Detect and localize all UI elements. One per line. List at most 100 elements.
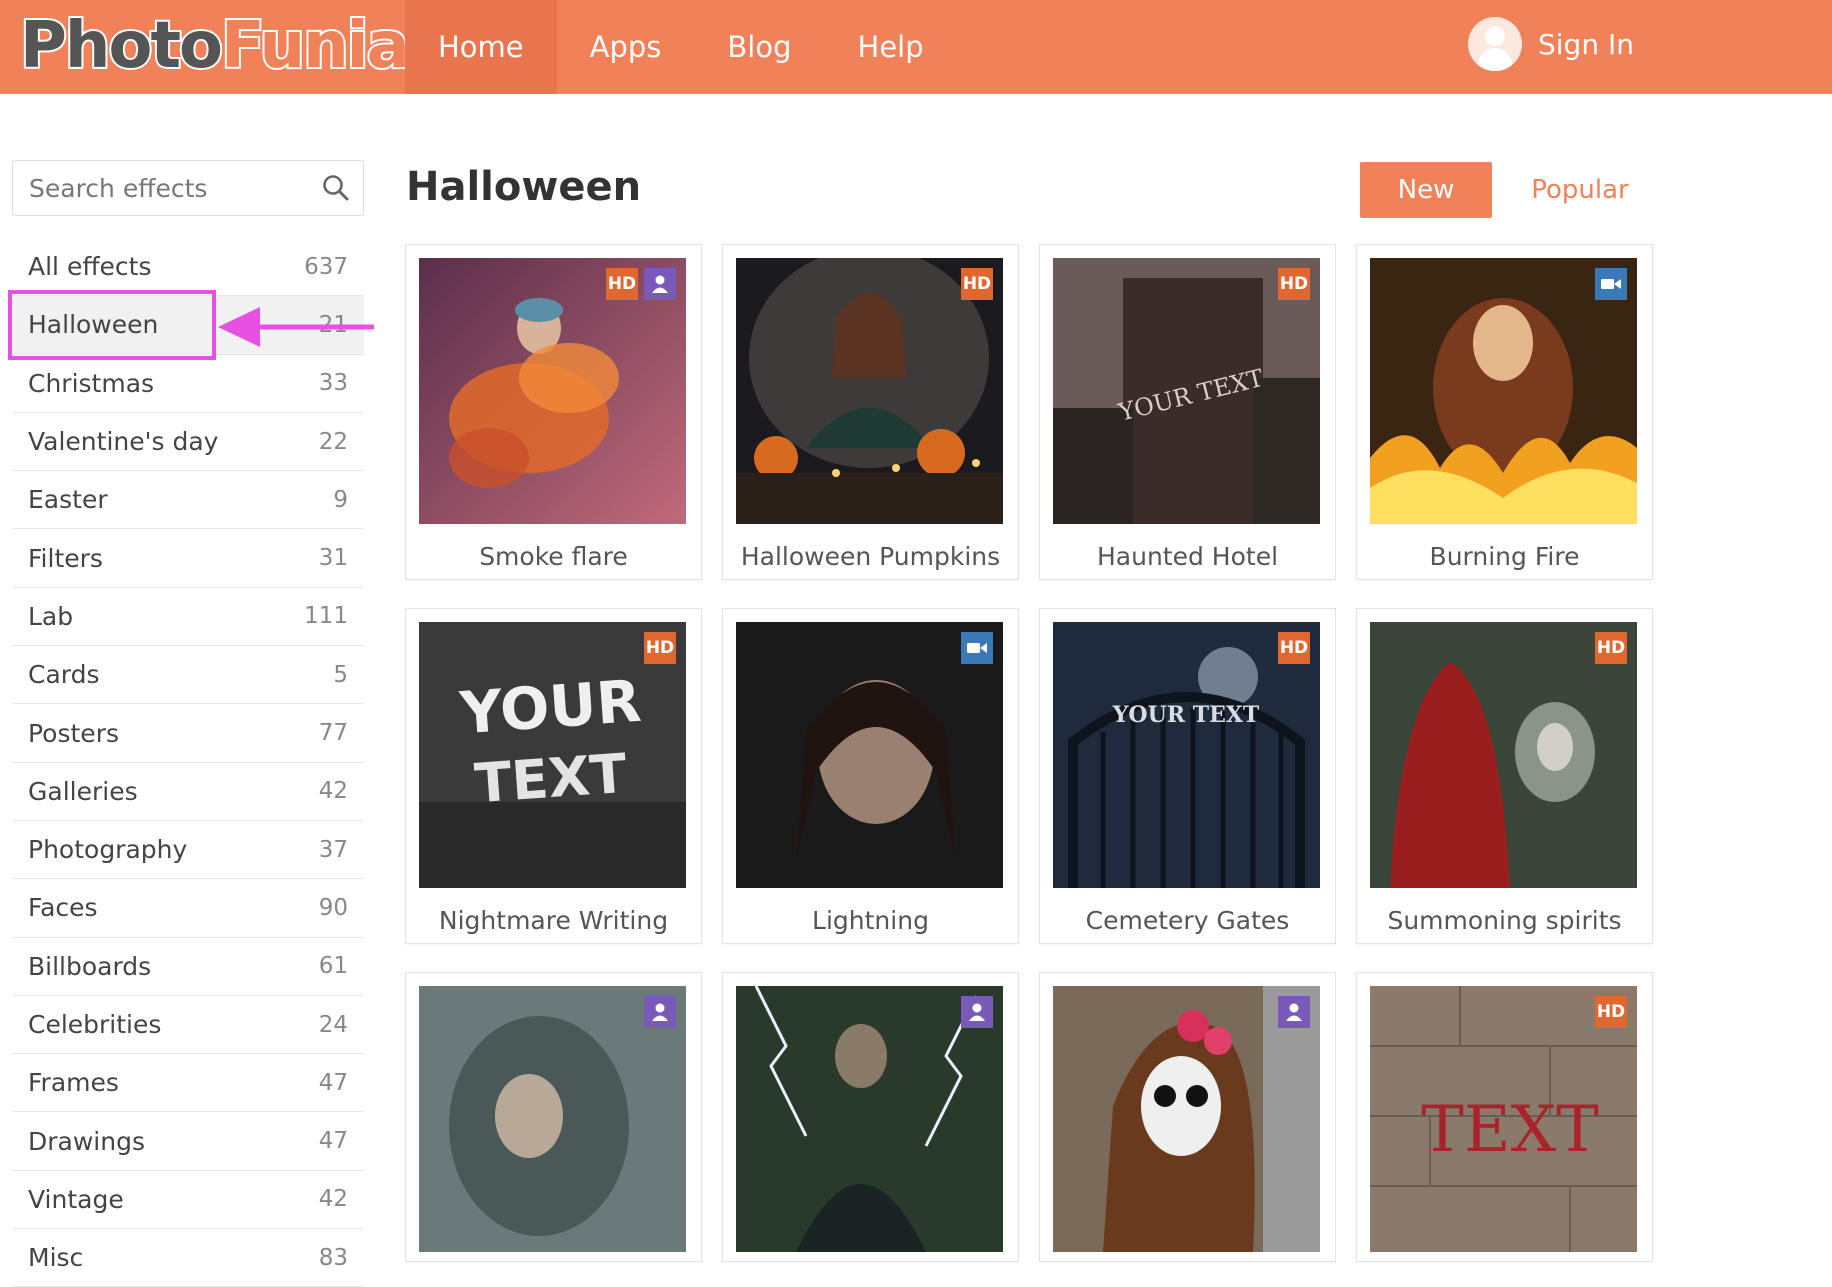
category-name: Drawings: [28, 1126, 145, 1156]
effect-card[interactable]: [1039, 972, 1336, 1262]
hd-badge: HD: [1278, 268, 1310, 300]
sidebar-item-drawings[interactable]: Drawings 47: [12, 1112, 364, 1171]
effect-card[interactable]: YOUR TEXT HD Haunted Hotel: [1039, 244, 1336, 580]
sort-popular-button[interactable]: Popular: [1520, 162, 1640, 218]
effect-card[interactable]: [722, 972, 1019, 1262]
sidebar-item-valentine-s-day[interactable]: Valentine's day 22: [12, 413, 364, 472]
effect-thumbnail[interactable]: [736, 622, 1003, 888]
sidebar-item-christmas[interactable]: Christmas 33: [12, 355, 364, 413]
category-count: 42: [318, 778, 348, 805]
effect-label[interactable]: Summoning spirits: [1357, 891, 1652, 949]
sidebar-item-faces[interactable]: Faces 90: [12, 879, 364, 938]
effect-thumbnail[interactable]: YOUR TEXT HD: [1053, 622, 1320, 888]
top-bar: Photo Funia Home Apps Blog Help Sign In: [0, 0, 1832, 94]
badge-group: HD: [961, 268, 993, 300]
effect-card[interactable]: HD Smoke flare: [405, 244, 702, 580]
effect-label[interactable]: Nightmare Writing: [406, 891, 701, 949]
effect-label[interactable]: Haunted Hotel: [1040, 527, 1335, 585]
sidebar-item-celebrities[interactable]: Celebrities 24: [12, 996, 364, 1055]
category-name: Galleries: [28, 776, 138, 806]
effect-thumbnail[interactable]: TEXT HD: [1370, 986, 1637, 1252]
category-count: 47: [318, 1128, 348, 1155]
effect-thumbnail[interactable]: HD: [736, 258, 1003, 524]
person-icon: [644, 268, 676, 300]
svg-text:TEXT: TEXT: [473, 742, 629, 815]
category-name: Photography: [28, 835, 188, 865]
effect-thumbnail[interactable]: YOUR TEXT HD: [419, 622, 686, 888]
effect-card[interactable]: HD Halloween Pumpkins: [722, 244, 1019, 580]
category-name: Vintage: [28, 1184, 124, 1214]
sidebar-item-vintage[interactable]: Vintage 42: [12, 1171, 364, 1230]
effect-card[interactable]: Lightning: [722, 608, 1019, 944]
effect-card[interactable]: Burning Fire: [1356, 244, 1653, 580]
sort-new-button[interactable]: New: [1360, 162, 1492, 218]
sidebar-item-billboards[interactable]: Billboards 61: [12, 938, 364, 996]
nav-apps[interactable]: Apps: [557, 0, 695, 94]
user-icon: [1468, 17, 1522, 71]
nav-home[interactable]: Home: [405, 0, 557, 94]
nav-blog[interactable]: Blog: [694, 0, 824, 94]
page-title: Halloween: [406, 164, 642, 210]
main-nav: Home Apps Blog Help: [405, 0, 957, 94]
effect-card[interactable]: YOUR TEXT HD Nightmare Writing: [405, 608, 702, 944]
sidebar-item-misc[interactable]: Misc 83: [12, 1229, 364, 1287]
category-name: Easter: [28, 485, 108, 515]
annotation-highlight-box: [8, 290, 216, 360]
nav-help[interactable]: Help: [825, 0, 957, 94]
search-icon[interactable]: [321, 173, 351, 203]
category-count: 42: [318, 1186, 348, 1213]
effect-label[interactable]: Smoke flare: [406, 527, 701, 585]
category-count: 637: [304, 253, 348, 280]
badge-group: HD: [606, 268, 676, 300]
sidebar-item-easter[interactable]: Easter 9: [12, 471, 364, 530]
effect-label[interactable]: Halloween Pumpkins: [723, 527, 1018, 585]
badge-group: HD: [1278, 632, 1310, 664]
badge-group: [644, 996, 676, 1028]
category-count: 31: [318, 545, 348, 572]
photofunia-logo[interactable]: Photo Funia: [18, 6, 412, 86]
effect-card[interactable]: YOUR TEXT HD Cemetery Gates: [1039, 608, 1336, 944]
sidebar-item-lab[interactable]: Lab 111: [12, 588, 364, 647]
effect-thumbnail[interactable]: [1053, 986, 1320, 1252]
category-name: Faces: [28, 893, 98, 923]
hd-badge: HD: [1278, 632, 1310, 664]
annotation-arrow-icon: [218, 307, 374, 347]
effect-thumbnail[interactable]: [1370, 258, 1637, 524]
category-list: All effects637Halloween21Christmas33Vale…: [12, 238, 364, 1287]
sign-in-button[interactable]: Sign In: [1468, 14, 1634, 74]
effect-card[interactable]: TEXT HD: [1356, 972, 1653, 1262]
effect-thumbnail[interactable]: [736, 986, 1003, 1252]
search-input[interactable]: [13, 161, 303, 215]
category-count: 37: [318, 836, 348, 863]
sidebar-item-galleries[interactable]: Galleries 42: [12, 763, 364, 821]
badge-group: [961, 632, 993, 664]
category-name: Frames: [28, 1068, 119, 1098]
sidebar-item-filters[interactable]: Filters 31: [12, 529, 364, 588]
category-name: Filters: [28, 543, 103, 573]
effect-thumbnail[interactable]: [419, 986, 686, 1252]
sidebar-item-all-effects[interactable]: All effects 637: [12, 238, 364, 297]
effect-card[interactable]: [405, 972, 702, 1262]
sidebar-item-posters[interactable]: Posters 77: [12, 704, 364, 763]
category-count: 24: [318, 1011, 348, 1038]
svg-text:TEXT: TEXT: [1421, 1093, 1599, 1167]
badge-group: HD: [644, 632, 676, 664]
sidebar-item-frames[interactable]: Frames 47: [12, 1054, 364, 1113]
category-name: Posters: [28, 718, 119, 748]
effect-thumbnail[interactable]: HD: [419, 258, 686, 524]
video-camera-icon: [961, 632, 993, 664]
hd-badge: HD: [644, 632, 676, 664]
sidebar-item-photography[interactable]: Photography 37: [12, 821, 364, 880]
effect-thumbnail[interactable]: YOUR TEXT HD: [1053, 258, 1320, 524]
effect-label[interactable]: Burning Fire: [1357, 527, 1652, 585]
sidebar-item-cards[interactable]: Cards 5: [12, 646, 364, 705]
effect-label[interactable]: Cemetery Gates: [1040, 891, 1335, 949]
category-name: Misc: [28, 1243, 84, 1273]
effect-card[interactable]: HD Summoning spirits: [1356, 608, 1653, 944]
svg-text:YOUR: YOUR: [457, 667, 643, 748]
effect-thumbnail[interactable]: HD: [1370, 622, 1637, 888]
effect-label[interactable]: Lightning: [723, 891, 1018, 949]
hd-badge: HD: [1595, 996, 1627, 1028]
badge-group: HD: [1595, 632, 1627, 664]
video-camera-icon: [1595, 268, 1627, 300]
